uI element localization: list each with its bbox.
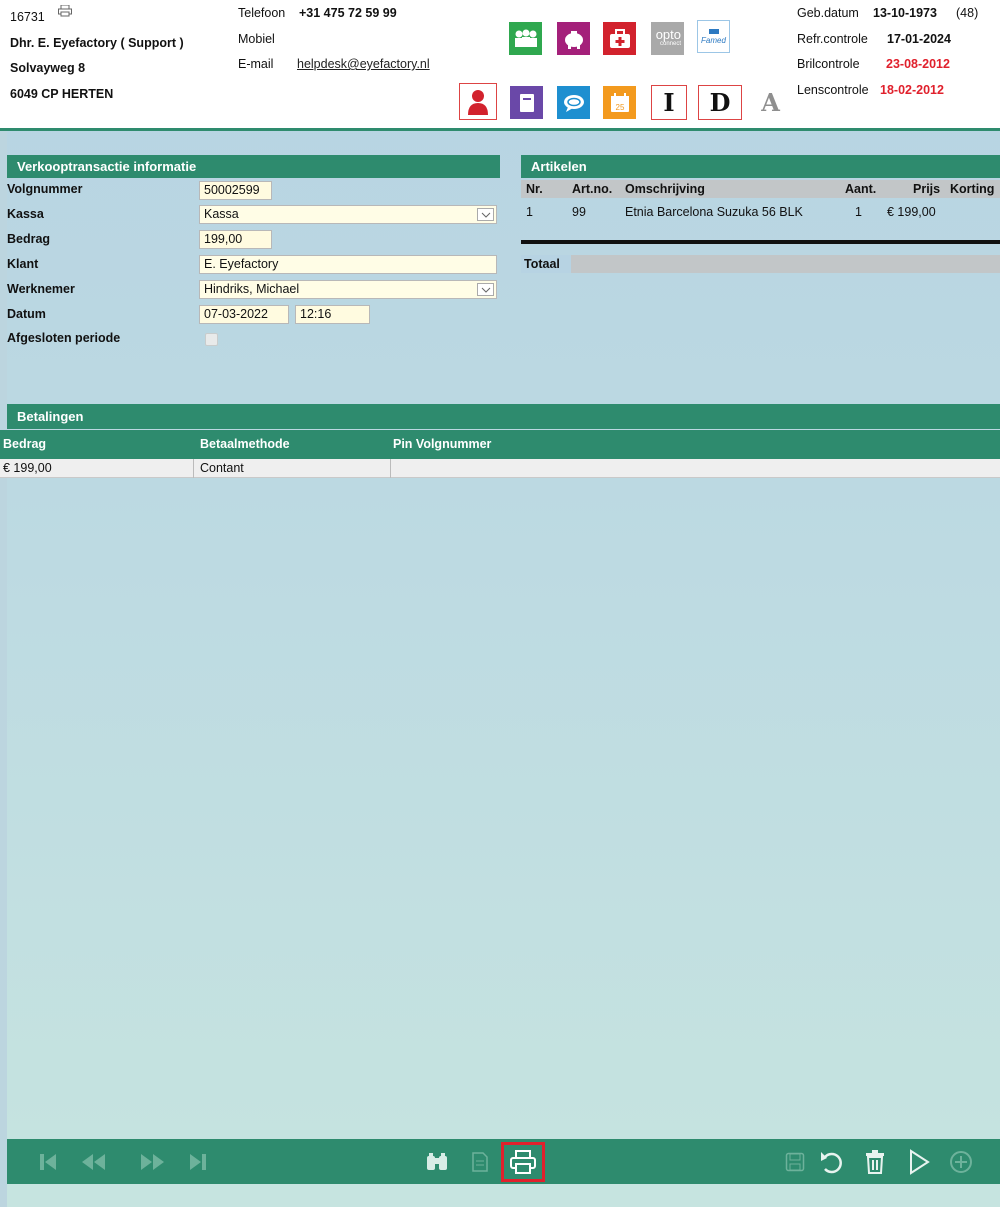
birth-label: Geb.datum [797,6,859,20]
datum-label: Datum [7,307,46,321]
printer-icon[interactable] [56,2,74,20]
row-omschrijving: Etnia Barcelona Suzuka 56 BLK [625,205,803,219]
col-pin: Pin Volgnummer [393,437,492,451]
kassa-label: Kassa [7,207,44,221]
werknemer-select-value: Hindriks, Michael [204,282,300,296]
customer-name: Dhr. E. Eyefactory ( Support ) [10,36,184,50]
letter-i-icon[interactable]: I [651,85,687,120]
previous-icon[interactable] [77,1145,109,1179]
bedrag-label: Bedrag [7,232,51,246]
refr-value: 17-01-2024 [887,32,951,46]
customer-header: 16731 Dhr. E. Eyefactory ( Support ) Sol… [0,0,1000,131]
row-artno: 99 [572,205,586,219]
total-label: Totaal [524,257,560,271]
col-betaalmethode: Betaalmethode [200,437,290,451]
family-icon[interactable] [509,22,542,55]
svg-text:25: 25 [615,103,624,112]
email-label: E-mail [238,57,274,71]
bril-value: 23-08-2012 [886,57,950,71]
klant-field[interactable]: E. Eyefactory [199,255,497,274]
row-nr: 1 [526,205,533,219]
save-icon[interactable] [783,1145,807,1179]
undo-icon[interactable] [817,1145,847,1179]
add-icon[interactable] [947,1145,975,1179]
payments-header-row: Bedrag Betaalmethode Pin Volgnummer [0,430,1000,459]
chevron-down-icon[interactable] [477,283,494,296]
email-link[interactable]: helpdesk@eyefactory.nl [297,57,457,71]
customer-id: 16731 [10,10,45,24]
col-bedrag: Bedrag [3,437,47,451]
bril-label: Brilcontrole [797,57,860,71]
row-aant: 1 [855,205,862,219]
last-icon[interactable] [187,1145,209,1179]
col-aant: Aant. [845,182,877,196]
bottom-toolbar [7,1139,1000,1184]
birth-age: (48) [956,6,979,20]
phone-value: +31 475 72 59 99 [299,6,397,20]
opto-connect-icon[interactable]: opto connect [651,22,684,55]
bedrag-field[interactable]: 199,00 [199,230,272,249]
pay-pin [391,459,1000,478]
datum-field[interactable]: 07-03-2022 [199,305,289,324]
col-omschrijving: Omschrijving [625,182,705,196]
customer-street: Solvayweg 8 [10,61,86,75]
articles-divider [521,240,1000,244]
row-prijs: € 199,00 [887,205,936,219]
next-icon[interactable] [137,1145,169,1179]
play-icon[interactable] [905,1145,933,1179]
binoculars-icon[interactable] [423,1145,451,1179]
transaction-section-title: Verkooptransactie informatie [7,155,500,178]
famed-icon[interactable]: Famed [697,20,730,53]
birth-value: 13-10-1973 [873,6,937,20]
lens-value: 18-02-2012 [880,83,944,97]
print-button[interactable] [501,1142,545,1182]
tijd-field[interactable]: 12:16 [295,305,370,324]
table-row[interactable]: € 199,00 Contant [0,459,1000,478]
col-korting: Korting [950,182,995,196]
col-prijs: Prijs [913,182,941,196]
articles-total-row: Totaal [521,255,1000,273]
trash-icon[interactable] [861,1145,889,1179]
articles-header-row: Nr. Art.no. Omschrijving Aant. Prijs Kor… [521,180,1000,198]
printer-icon [510,1150,536,1174]
left-strip [0,131,7,1207]
person-icon[interactable] [459,83,497,120]
articles-section-title: Artikelen [521,155,1000,178]
mobile-label: Mobiel [238,32,275,46]
kassa-select-value: Kassa [204,207,239,221]
werknemer-select[interactable]: Hindriks, Michael [199,280,497,299]
lens-label: Lenscontrole [797,83,869,97]
table-row[interactable]: 1 99 Etnia Barcelona Suzuka 56 BLK 1 € 1… [521,203,1000,223]
werknemer-label: Werknemer [7,282,75,296]
first-icon[interactable] [37,1145,59,1179]
volgnummer-field[interactable]: 50002599 [199,181,272,200]
customer-city: 6049 CP HERTEN [10,87,114,101]
chat-icon[interactable] [557,86,590,119]
col-nr: Nr. [526,182,543,196]
notebook-icon[interactable] [510,86,543,119]
afgesloten-checkbox[interactable] [205,333,218,346]
pay-methode: Contant [197,459,391,478]
volgnummer-label: Volgnummer [7,182,83,196]
afgesloten-label: Afgesloten periode [7,331,121,345]
chevron-down-icon[interactable] [477,208,494,221]
kassa-select[interactable]: Kassa [199,205,497,224]
document-icon[interactable] [469,1145,491,1179]
klant-label: Klant [7,257,39,271]
payments-section-title: Betalingen [7,404,1000,429]
letter-a-icon[interactable]: A [754,86,787,119]
letter-d-icon[interactable]: D [698,85,742,120]
pay-bedrag: € 199,00 [0,459,194,478]
calendar-icon[interactable]: 25 [603,86,636,119]
first-aid-icon[interactable] [603,22,636,55]
piggy-bank-icon[interactable] [557,22,590,55]
col-artno: Art.no. [572,182,613,196]
phone-label: Telefoon [238,6,286,20]
refr-label: Refr.controle [797,32,868,46]
